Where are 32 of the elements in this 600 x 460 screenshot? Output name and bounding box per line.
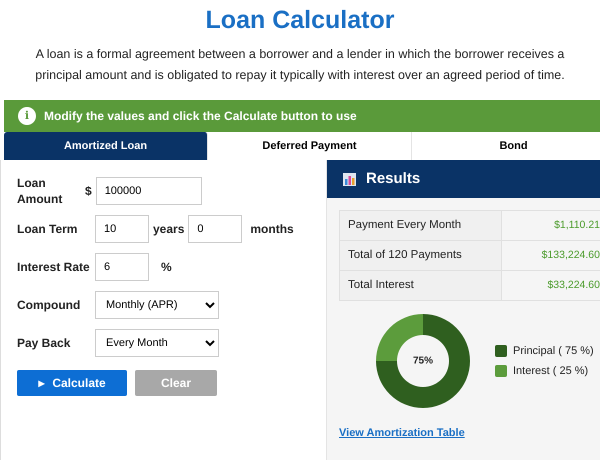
currency-symbol: $ bbox=[85, 183, 92, 200]
input-field[interactable]: 10 bbox=[95, 215, 149, 243]
notice-text: Modify the values and click the Calculate button to use bbox=[44, 108, 357, 125]
info-icon: i bbox=[18, 107, 36, 125]
amortization-link[interactable]: View Amortization Table bbox=[339, 425, 465, 442]
chart-icon bbox=[343, 172, 356, 186]
field-label: Loan Term bbox=[17, 221, 78, 237]
unit-label: years bbox=[153, 221, 184, 238]
table-cell: Payment Every Month bbox=[340, 210, 502, 240]
results-title: Results bbox=[366, 168, 420, 189]
tab[interactable]: Amortized Loan bbox=[4, 132, 208, 160]
unit-label: % bbox=[161, 259, 172, 276]
input-field[interactable]: 6 bbox=[95, 253, 149, 281]
center-label: 75% bbox=[413, 354, 433, 368]
input-field[interactable]: 100000 bbox=[96, 177, 202, 205]
play-icon: ▸ bbox=[38, 376, 44, 390]
legend-label: Interest ( 25 %) bbox=[513, 364, 588, 379]
page-title: Loan Calculator bbox=[204, 5, 396, 36]
legend-label: Principal ( 75 %) bbox=[513, 344, 594, 358]
dropdown[interactable]: Monthly (APR) bbox=[95, 291, 219, 319]
calculate-button[interactable]: ▸ Calculate bbox=[17, 370, 127, 396]
field-label: Interest Rate bbox=[17, 259, 91, 275]
table-cell: Total of 120 Payments bbox=[340, 240, 502, 270]
intro-text: A loan is a formal agreement between a borrower and a lender in which the borrower receives a principal amount and is obligated to repay it typically with interest over an agreed period of time. bbox=[34, 46, 566, 84]
field-label: Pay Back bbox=[17, 335, 72, 351]
field-label: Loan Amount bbox=[17, 175, 64, 207]
dropdown[interactable]: Every Month bbox=[95, 329, 219, 357]
field-label: Compound bbox=[17, 297, 82, 313]
table-cell: Total Interest bbox=[340, 270, 502, 300]
table-cell: $1,110.21 bbox=[502, 210, 600, 240]
unit-label: months bbox=[250, 221, 294, 238]
input-field[interactable]: 0 bbox=[188, 215, 242, 243]
